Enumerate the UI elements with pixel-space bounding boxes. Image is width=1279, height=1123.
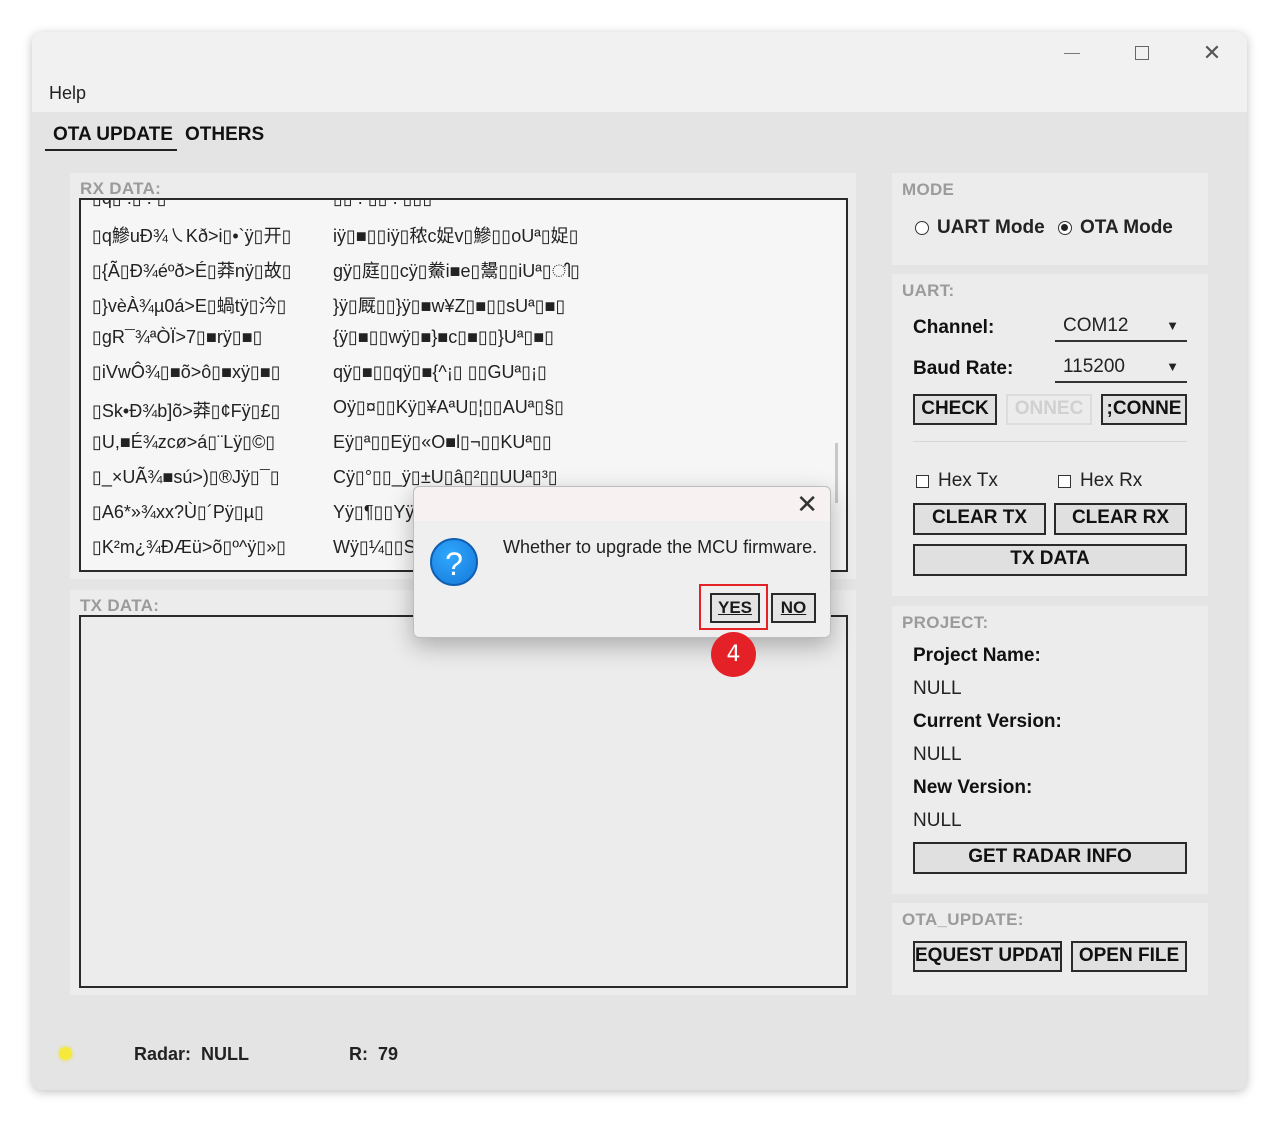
check-button[interactable]: CHECK [913,394,997,425]
tab-others[interactable]: OTHERS [185,124,264,146]
yes-highlight-box [699,584,768,630]
uart-panel: UART: Channel: COM12 ▼ Baud Rate: 115200 ▼… [892,274,1208,596]
menu-help[interactable]: Help [49,83,86,104]
radar-status: Radar: NULL [134,1044,249,1065]
hex-tx-checkbox[interactable]: Hex Tx [916,470,998,492]
current-version-value: NULL [913,744,962,765]
title-bar: ✕ [32,32,1247,74]
rx-row: ▯A6*»¾xx?Ù▯´Pÿ▯µ▯ Yÿ▯¶▯▯Yÿ [92,502,415,522]
rx-row: ▯{Ã▯Đ¾éºð>É▯莽nÿ▯故▯ gÿ▯庭▯▯cÿ▯鮝i■e▯鬹▯▯iUª▯ി… [92,261,581,281]
current-version-label: Current Version: [913,711,1062,732]
new-version-value: NULL [913,810,962,831]
r-status-value: 79 [378,1044,399,1064]
dropdown-arrow-icon: ▼ [1166,359,1179,374]
tx-data-button[interactable]: TX DATA [913,544,1187,576]
maximize-button[interactable] [1119,38,1165,68]
hex-rx-label: Hex Rx [1080,470,1143,491]
checkbox-unchecked-icon [916,474,929,488]
rx-scrollbar[interactable] [835,443,838,503]
rx-data-label: RX DATA: [80,179,162,198]
question-icon: ? [430,538,478,586]
open-file-button[interactable]: OPEN FILE [1071,941,1187,972]
dialog-close-button[interactable]: ✕ [796,489,818,519]
project-label: PROJECT: [902,613,989,632]
ota-mode-radio[interactable]: OTA Mode [1058,217,1173,239]
channel-value: COM12 [1063,315,1129,336]
maximize-icon [1135,46,1149,60]
request-update-button[interactable]: EQUEST UPDAT [913,941,1062,972]
ota-update-panel: OTA_UPDATE: EQUEST UPDAT OPEN FILE [892,903,1208,995]
hex-tx-label: Hex Tx [938,470,998,491]
uart-label: UART: [902,281,955,300]
ota-mode-label: OTA Mode [1080,217,1173,238]
rx-row: ▯K²m¿¾ĐÆü>õ▯º^ÿ▯»▯ Wÿ▯¼▯▯S [92,537,416,557]
project-panel: PROJECT: Project Name: NULL Current Vers… [892,606,1208,894]
no-button[interactable]: NO [771,593,816,623]
clear-tx-button[interactable]: CLEAR TX [913,503,1046,535]
rx-row: ▯_×UÃ¾■sú>)▯®Jÿ▯¯▯ Cÿ▯°▯▯_ÿ▯±U▯â▯²▯▯UUª▯³… [92,467,558,487]
radar-status-label: Radar: [134,1044,192,1064]
rx-row: ▯Sk•Đ¾b]õ>莽▯¢Fÿ▯£▯ Oÿ▯¤▯▯Kÿ▯¥AªU▯¦▯▯AUª▯§… [92,397,565,421]
uart-divider [913,441,1187,442]
radar-status-value: NULL [201,1044,250,1064]
get-radar-info-button[interactable]: GET RADAR INFO [913,842,1187,874]
channel-select[interactable]: COM12 ▼ [1055,312,1187,342]
rx-row: ▯gR¯¾ªÒÏ>7▯■rÿ▯■▯ {ÿ▯■▯▯wÿ▯■}■c▯■▯▯}Uª▯■▯ [92,327,555,347]
disconnect-button[interactable]: ;CONNE [1101,394,1187,425]
dialog-message: Whether to upgrade the MCU firmware. [503,537,818,557]
mode-label: MODE [902,180,955,199]
radio-unchecked-icon [915,221,929,235]
new-version-label: New Version: [913,777,1033,798]
step-badge: 4 [711,632,756,677]
close-icon: ✕ [796,489,818,519]
hex-rx-checkbox[interactable]: Hex Rx [1058,470,1142,492]
rx-row: ▯U,■É¾zcø>á▯¨Lÿ▯©▯ Eÿ▯ª▯▯Eÿ▯«O■l▯¬▯▯KUª▯▯ [92,432,552,452]
r-status: R: 79 [349,1044,398,1065]
status-led-icon [59,1047,72,1060]
menu-bar: Help [32,74,1247,112]
minimize-button[interactable] [1049,38,1095,68]
clear-rx-button[interactable]: CLEAR RX [1054,503,1187,535]
project-name-label: Project Name: [913,645,1041,666]
project-name-value: NULL [913,678,962,699]
radio-checked-icon [1058,221,1072,235]
baud-rate-select[interactable]: 115200 ▼ [1055,353,1187,383]
close-icon: ✕ [1202,40,1222,65]
uart-mode-label: UART Mode [937,217,1045,238]
channel-label: Channel: [913,317,995,338]
baud-rate-label: Baud Rate: [913,358,1014,379]
rx-partial-row: ▯q▯ .▯ . ▯ ▯▯ . ▯▯ . ▯▯▯ [92,198,433,208]
dialog-title-bar: ✕ [414,487,830,521]
rx-row: ▯iVwÔ¾▯■õ>ô▯■xÿ▯■▯ qÿ▯■▯▯qÿ▯■{^¡▯ ▯▯GUª▯¡… [92,362,548,382]
confirm-dialog: ✕ ? Whether to upgrade the MCU firmware.… [413,486,831,638]
tx-data-label: TX DATA: [80,596,160,615]
r-status-label: R: [349,1044,368,1064]
dropdown-arrow-icon: ▼ [1166,318,1179,333]
uart-mode-radio[interactable]: UART Mode [915,217,1045,239]
rx-row: ▯q鰺uĐ¾㇏Kð>i▯•`ÿ▯开▯ iÿ▯■▯▯iÿ▯秾c娖v▯鰺▯▯oUª▯娖… [92,226,579,246]
baud-rate-value: 115200 [1063,356,1125,377]
minimize-icon [1064,52,1080,54]
ota-update-label: OTA_UPDATE: [902,910,1024,929]
checkbox-unchecked-icon [1058,474,1071,488]
close-window-button[interactable]: ✕ [1189,38,1235,68]
mode-panel: MODE UART Mode OTA Mode [892,173,1208,265]
rx-row: ▯}vèÀ¾µ0á>E▯蝸tÿ▯汵▯}ÿ▯厩▯▯}ÿ▯■w¥Z▯■▯▯sUª▯■… [92,296,566,316]
connect-button[interactable]: ONNEC [1006,394,1092,425]
tab-ota-update[interactable]: OTA UPDATE [45,124,177,151]
